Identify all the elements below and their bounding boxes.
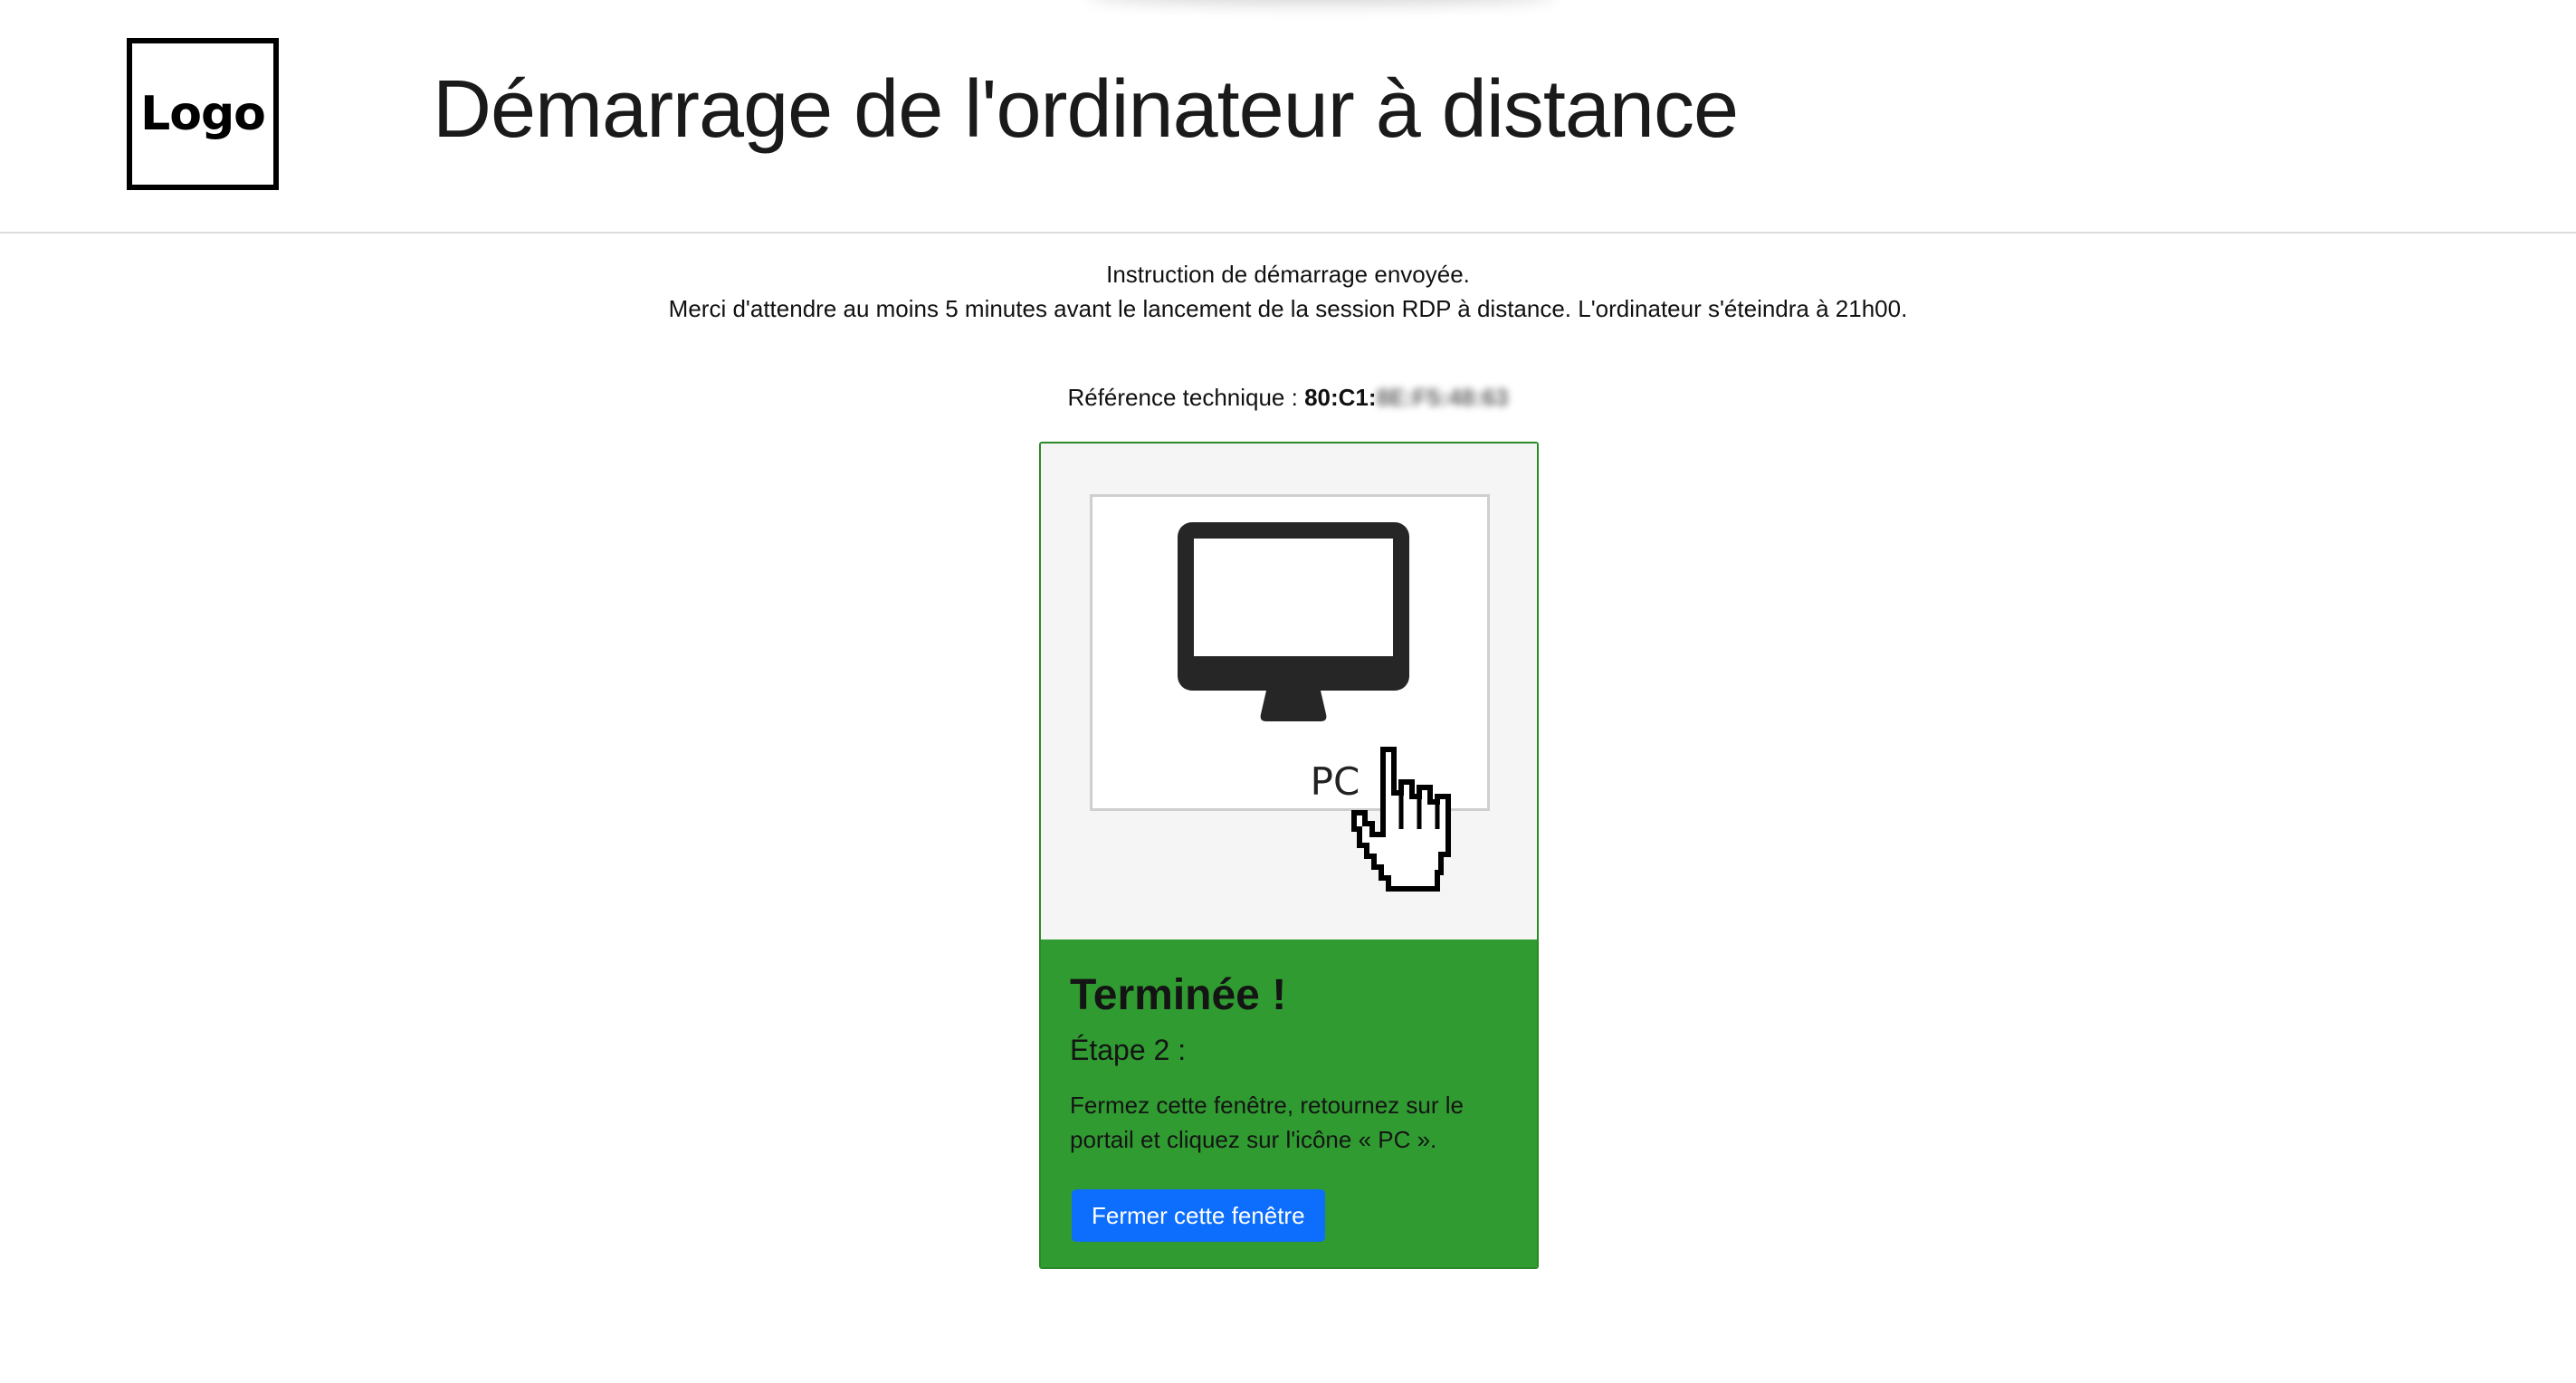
status-notice: Instruction de démarrage envoyée. Merci …: [0, 257, 2576, 326]
card-illustration: PC: [1041, 444, 1537, 939]
technical-reference: Référence technique : 80:C1:8E:F5:48:63: [0, 384, 2576, 412]
card-body: Terminée ! Étape 2 : Fermez cette fenêtr…: [1041, 939, 1537, 1267]
reference-value-blurred: 8E:F5:48:63: [1376, 384, 1509, 411]
step-label: Étape 2 :: [1070, 1034, 1187, 1066]
logo-text: Logo: [140, 87, 266, 141]
status-card: PC Terminée ! Étape 2 : Fermez cette fen…: [1039, 442, 1539, 1269]
notice-line-wait: Merci d'attendre au moins 5 minutes avan…: [668, 295, 1908, 322]
monitor-icon: [1178, 522, 1409, 721]
reference-label: Référence technique :: [1067, 384, 1298, 411]
step-instructions: Fermez cette fenêtre, retournez sur le p…: [1070, 1092, 1464, 1153]
close-window-button[interactable]: Fermer cette fenêtre: [1072, 1189, 1325, 1242]
logo: Logo: [127, 38, 279, 190]
reference-value: 80:C1:: [1304, 384, 1377, 411]
page-header: Logo Démarrage de l'ordinateur à distanc…: [0, 0, 2576, 234]
card-title: Terminée !: [1070, 971, 1287, 1019]
notice-line-sent: Instruction de démarrage envoyée.: [1106, 261, 1470, 288]
page-title: Démarrage de l'ordinateur à distance: [433, 64, 1739, 155]
hand-pointer-icon: [1351, 747, 1451, 892]
